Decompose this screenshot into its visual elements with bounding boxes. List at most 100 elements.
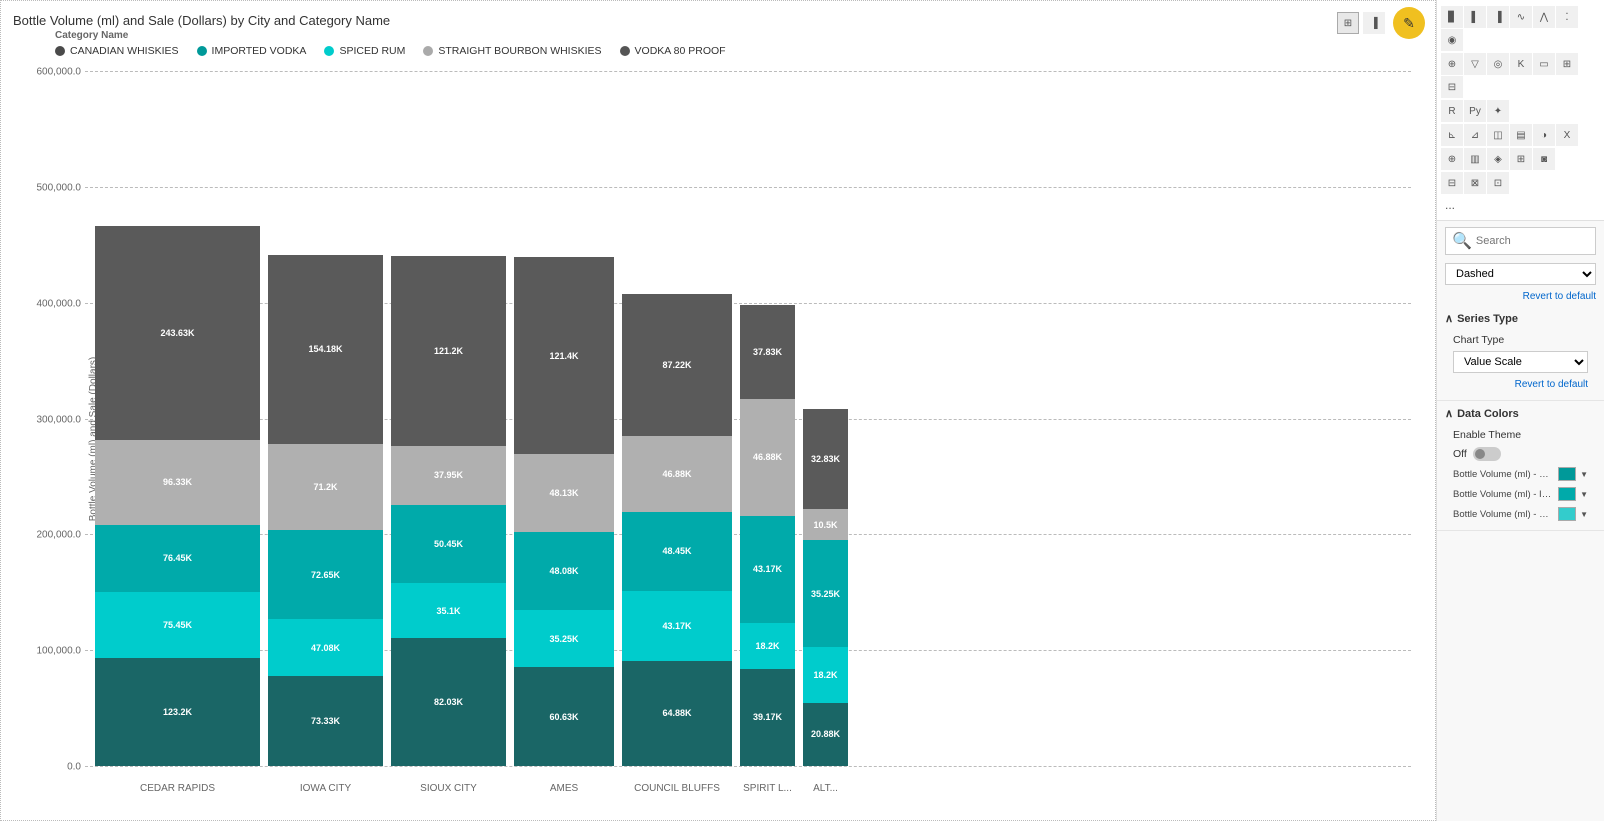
viz-icon-100-bar[interactable]: ▐ — [1487, 6, 1509, 28]
bar-segment-3-0[interactable]: 60.63K — [514, 667, 614, 766]
grid-view-icon[interactable]: ⊞ — [1337, 12, 1359, 34]
viz-icon-stacked-bar[interactable]: ▌ — [1464, 6, 1486, 28]
viz-icon-line[interactable]: ∿ — [1510, 6, 1532, 28]
chart-type-dropdown[interactable]: Value Scale — [1453, 351, 1588, 373]
color-arrow-1[interactable]: ▼ — [1580, 490, 1588, 499]
viz-icon-py[interactable]: Py — [1464, 100, 1486, 122]
series-type-label: Series Type — [1457, 313, 1518, 325]
viz-icon-b5[interactable]: ◑ — [1533, 124, 1555, 146]
bar-label-3-0: 60.63K — [549, 712, 578, 722]
bar-segment-3-4[interactable]: 121.4K — [514, 257, 614, 454]
viz-icon-b1[interactable]: ⊾ — [1441, 124, 1463, 146]
viz-icon-b3[interactable]: ◫ — [1487, 124, 1509, 146]
revert-link-2[interactable]: Revert to default — [1445, 377, 1596, 394]
viz-icon-bar[interactable]: ▊ — [1441, 6, 1463, 28]
viz-icon-matrix[interactable]: ⊟ — [1441, 76, 1463, 98]
bar-view-icon[interactable]: ▐ — [1363, 12, 1385, 34]
color-swatch-0[interactable] — [1558, 467, 1576, 481]
legend-item-2: SPICED RUM — [324, 45, 405, 57]
bar-segment-1-4[interactable]: 154.18K — [268, 255, 383, 443]
viz-icon-c5[interactable]: ◙ — [1533, 148, 1555, 170]
viz-icon-map[interactable]: ⊕ — [1441, 53, 1463, 75]
bar-segment-0-1[interactable]: 75.45K — [95, 592, 260, 658]
bar-segment-0-2[interactable]: 76.45K — [95, 525, 260, 592]
data-colors-chevron: ∧ — [1445, 407, 1453, 420]
more-icons-dots[interactable]: ... — [1441, 196, 1600, 214]
bar-segment-5-3[interactable]: 46.88K — [740, 399, 795, 515]
viz-icon-area[interactable]: ⋀ — [1533, 6, 1555, 28]
viz-icon-gauge[interactable]: ◎ — [1487, 53, 1509, 75]
viz-icons-row-5: ⊕ ▥ ◈ ⊞ ◙ — [1441, 148, 1600, 170]
dashed-dropdown[interactable]: Dashed Solid Dotted — [1445, 263, 1596, 285]
bar-segment-3-3[interactable]: 48.13K — [514, 454, 614, 532]
bar-segment-6-0[interactable]: 20.88K — [803, 703, 848, 766]
viz-icon-c2[interactable]: ▥ — [1464, 148, 1486, 170]
search-input[interactable] — [1476, 235, 1589, 247]
bar-segment-2-2[interactable]: 50.45K — [391, 505, 506, 584]
bar-segment-2-0[interactable]: 82.03K — [391, 638, 506, 766]
bar-segment-3-1[interactable]: 35.25K — [514, 610, 614, 667]
viz-icon-more[interactable]: ✦ — [1487, 100, 1509, 122]
viz-icon-funnel[interactable]: ▽ — [1464, 53, 1486, 75]
viz-icon-c4[interactable]: ⊞ — [1510, 148, 1532, 170]
bar-segment-1-1[interactable]: 47.08K — [268, 619, 383, 676]
bar-segment-4-1[interactable]: 43.17K — [622, 591, 732, 661]
viz-icon-b4[interactable]: ▤ — [1510, 124, 1532, 146]
viz-icon-table[interactable]: ⊞ — [1556, 53, 1578, 75]
enable-theme-row: Enable Theme — [1445, 426, 1596, 444]
viz-icon-c1[interactable]: ⊕ — [1441, 148, 1463, 170]
bar-segment-5-0[interactable]: 39.17K — [740, 669, 795, 766]
bar-label-1-3: 71.2K — [313, 482, 337, 492]
data-colors-header[interactable]: ∧ Data Colors — [1445, 407, 1596, 420]
bar-segment-5-2[interactable]: 43.17K — [740, 516, 795, 624]
bar-segment-2-1[interactable]: 35.1K — [391, 583, 506, 638]
bar-segment-1-2[interactable]: 72.65K — [268, 530, 383, 619]
viz-icon-b6[interactable]: X — [1556, 124, 1578, 146]
color-swatch-2[interactable] — [1558, 507, 1576, 521]
x-label-4: COUNCIL BLUFFS — [634, 783, 720, 794]
bar-segment-0-4[interactable]: 243.63K — [95, 226, 260, 440]
data-colors-label: Data Colors — [1457, 408, 1519, 420]
bar-segment-6-1[interactable]: 18.2K — [803, 647, 848, 702]
color-arrow-2[interactable]: ▼ — [1580, 510, 1588, 519]
bar-segment-1-0[interactable]: 73.33K — [268, 676, 383, 766]
viz-icon-scatter[interactable]: ⁚ — [1556, 6, 1578, 28]
bar-segment-1-3[interactable]: 71.2K — [268, 444, 383, 531]
color-arrow-0[interactable]: ▼ — [1580, 470, 1588, 479]
legend-dot-1 — [197, 46, 207, 56]
bar-segment-3-2[interactable]: 48.08K — [514, 532, 614, 610]
color-swatch-1[interactable] — [1558, 487, 1576, 501]
viz-icon-b2[interactable]: ⊿ — [1464, 124, 1486, 146]
bar-segment-4-4[interactable]: 87.22K — [622, 294, 732, 436]
viz-icon-c3[interactable]: ◈ — [1487, 148, 1509, 170]
bar-segment-6-4[interactable]: 32.83K — [803, 409, 848, 509]
viz-icon-d3[interactable]: ⊡ — [1487, 172, 1509, 194]
bar-segment-4-2[interactable]: 48.45K — [622, 512, 732, 591]
viz-icon-d2[interactable]: ⊠ — [1464, 172, 1486, 194]
bar-segment-4-3[interactable]: 46.88K — [622, 436, 732, 512]
bar-segment-5-4[interactable]: 37.83K — [740, 305, 795, 399]
y-label-1: 500,000.0 — [37, 182, 82, 193]
enable-theme-toggle[interactable] — [1473, 447, 1501, 461]
viz-icon-r[interactable]: R — [1441, 100, 1463, 122]
edit-button[interactable]: ✎ — [1393, 7, 1425, 39]
viz-icon-d1[interactable]: ⊟ — [1441, 172, 1463, 194]
bar-segment-5-1[interactable]: 18.2K — [740, 623, 795, 668]
bar-label-2-1: 35.1K — [436, 606, 460, 616]
bar-segment-0-0[interactable]: 123.2K — [95, 658, 260, 766]
bar-label-2-3: 37.95K — [434, 470, 463, 480]
bar-segment-6-2[interactable]: 35.25K — [803, 540, 848, 647]
revert-link-1[interactable]: Revert to default — [1437, 289, 1604, 306]
search-box[interactable]: 🔍 — [1445, 227, 1596, 255]
viz-icon-kpi[interactable]: K — [1510, 53, 1532, 75]
series-type-header[interactable]: ∧ Series Type — [1445, 312, 1596, 325]
bar-segment-4-0[interactable]: 64.88K — [622, 661, 732, 766]
viz-icon-pie[interactable]: ◉ — [1441, 29, 1463, 51]
bar-segment-2-4[interactable]: 121.2K — [391, 256, 506, 445]
bar-group-0: 123.2K75.45K76.45K96.33K243.63KCEDAR RAP… — [95, 226, 260, 766]
bar-segment-0-3[interactable]: 96.33K — [95, 440, 260, 525]
viz-icon-card[interactable]: ▭ — [1533, 53, 1555, 75]
bar-segment-2-3[interactable]: 37.95K — [391, 446, 506, 505]
bar-segment-6-3[interactable]: 10.5K — [803, 509, 848, 541]
x-label-1: IOWA CITY — [300, 783, 351, 794]
